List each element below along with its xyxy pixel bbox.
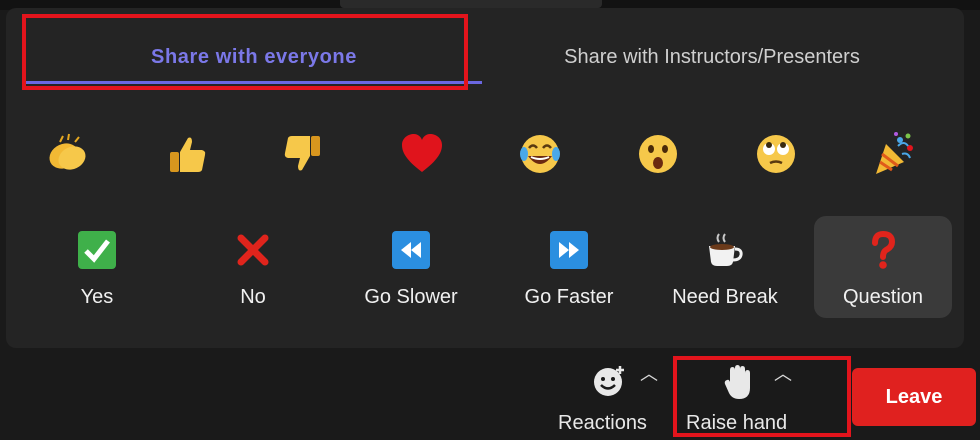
question-icon <box>872 230 896 269</box>
heart-reaction[interactable] <box>392 124 452 184</box>
tears-of-joy-reaction[interactable] <box>510 124 570 184</box>
top-bar-tab <box>340 0 602 8</box>
fast-forward-icon <box>550 231 588 269</box>
yes-button[interactable]: Yes <box>28 216 166 318</box>
tears-of-joy-icon <box>520 135 560 173</box>
clapping-hands-reaction[interactable] <box>38 124 98 184</box>
eye-roll-face-icon <box>757 135 795 173</box>
rewind-icon <box>392 231 430 269</box>
check-icon <box>78 231 116 269</box>
go-slower-label: Go Slower <box>364 286 458 308</box>
highlight-share-with-everyone <box>22 14 468 90</box>
go-faster-label: Go Faster <box>524 286 614 308</box>
add-reaction-smiley-icon <box>594 366 624 396</box>
highlight-raise-hand <box>673 356 851 437</box>
go-faster-button[interactable]: Go Faster <box>500 216 638 318</box>
thumbs-down-icon <box>284 136 320 171</box>
go-slower-button[interactable]: Go Slower <box>342 216 480 318</box>
surprised-face-icon <box>639 135 677 173</box>
yes-label: Yes <box>80 286 114 308</box>
no-button[interactable]: No <box>184 216 322 318</box>
surprised-reaction[interactable] <box>628 124 688 184</box>
no-label: No <box>240 286 266 308</box>
reactions-chevron-up-icon[interactable]: ︿ <box>640 360 658 386</box>
x-icon <box>237 234 269 266</box>
thumbs-up-reaction[interactable] <box>156 124 216 184</box>
party-popper-icon <box>876 132 913 174</box>
question-button[interactable]: Question <box>814 216 952 318</box>
need-break-button[interactable]: Need Break <box>656 216 794 318</box>
need-break-label: Need Break <box>672 286 778 308</box>
clapping-hands-icon <box>49 133 86 170</box>
eye-roll-reaction[interactable] <box>746 124 806 184</box>
emoji-reactions-row <box>26 124 964 184</box>
thumbs-up-icon <box>170 137 206 172</box>
feedback-row: Yes No Go Slower Go Faster Need Break Qu… <box>12 216 970 326</box>
party-popper-reaction[interactable] <box>864 124 924 184</box>
reactions-label: Reactions <box>558 412 647 434</box>
thumbs-down-reaction[interactable] <box>274 124 334 184</box>
red-heart-icon <box>402 134 442 172</box>
question-label: Question <box>842 286 924 308</box>
coffee-icon <box>709 233 743 266</box>
tab-share-with-instructors[interactable]: Share with Instructors/Presenters <box>482 26 942 88</box>
leave-button[interactable]: Leave <box>852 368 976 426</box>
